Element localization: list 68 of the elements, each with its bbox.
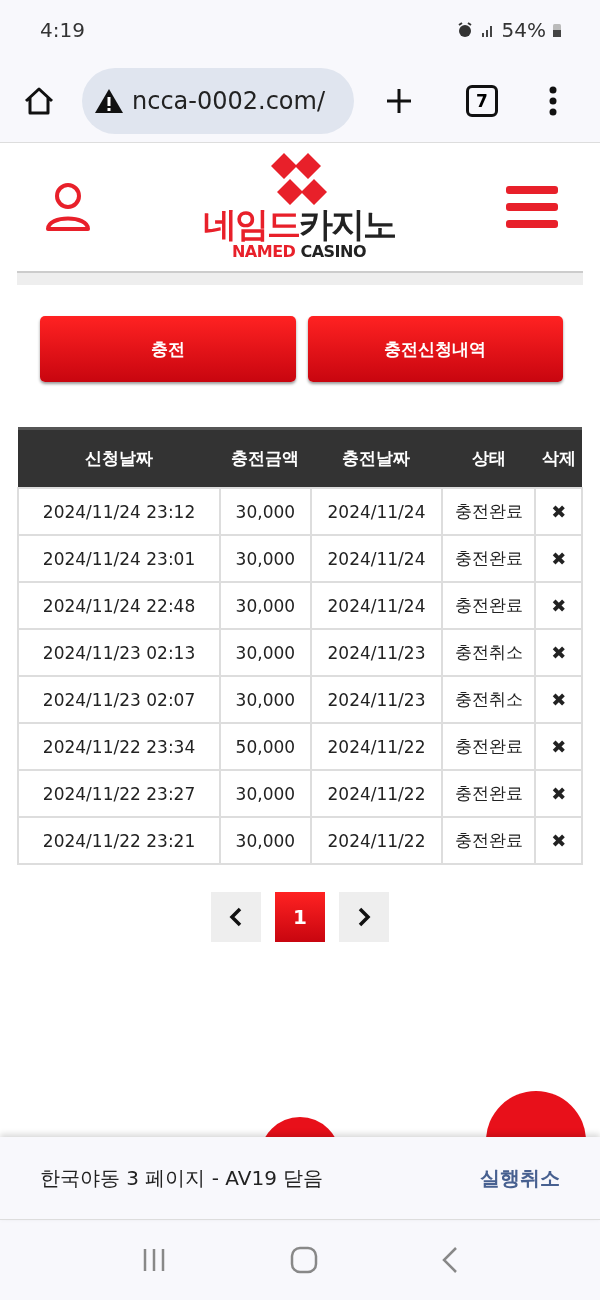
table-cell: 충전완료 [442,770,536,817]
table-cell: 충전완료 [442,582,536,629]
table-cell: 30,000 [220,535,311,582]
tab-count-button[interactable]: 7 [466,85,498,117]
table-cell: 30,000 [220,488,311,535]
snackbar-message: 한국야동 3 페이지 - AV19 닫음 [40,1164,324,1192]
column-header: 충전날짜 [310,428,443,488]
table-cell: 30,000 [220,676,311,723]
menu-icon[interactable] [506,185,558,229]
table-cell: 2024/11/22 23:34 [18,723,221,770]
table-cell: 2024/11/22 [310,817,443,864]
address-bar[interactable]: ncca-0002.com/ [82,68,354,134]
delete-button[interactable]: ✖ [551,830,567,851]
table-cell: 30,000 [220,770,311,817]
table-cell: 충전완료 [442,535,536,582]
table-cell: 2024/11/24 23:01 [18,535,221,582]
table-cell: 2024/11/24 22:48 [18,582,221,629]
chevron-right-icon [357,907,371,927]
table-cell: 2024/11/23 02:07 [18,676,221,723]
column-header: 삭제 [535,428,582,488]
table-cell: 2024/11/24 23:12 [18,488,221,535]
column-header: 신청날짜 [18,428,221,488]
table-cell: 30,000 [220,582,311,629]
user-icon[interactable] [44,181,92,233]
table-cell: 충전완료 [442,488,536,535]
table-cell: 2024/11/22 23:27 [18,770,221,817]
table-cell: 2024/11/24 [310,535,443,582]
table-cell: 2024/11/22 [310,770,443,817]
table-cell: 충전완료 [442,817,536,864]
table-cell: 충전취소 [442,676,536,723]
table-cell: 2024/11/24 [310,582,443,629]
home-button-icon[interactable] [290,1246,318,1274]
next-page-button[interactable] [339,892,389,942]
delete-button[interactable]: ✖ [551,783,567,804]
delete-button[interactable]: ✖ [551,736,567,757]
battery-icon [552,22,562,38]
column-header: 상태 [442,428,536,488]
table-cell: 충전취소 [442,629,536,676]
table-cell: 2024/11/22 23:21 [18,817,221,864]
page-button[interactable]: 1 [275,892,325,942]
undo-link[interactable]: 실행취소 [480,1164,560,1192]
table-cell: 50,000 [220,723,311,770]
table-cell: 2024/11/23 02:13 [18,629,221,676]
warning-icon [94,88,124,114]
logo-english: NAMED CASINO [231,242,367,262]
logo-korean: 네임드카지노 [203,206,395,243]
table-cell: 충전완료 [442,723,536,770]
previous-page-button[interactable] [211,892,261,942]
table-cell: 30,000 [220,629,311,676]
table-cell: 2024/11/22 [310,723,443,770]
more-icon[interactable] [548,86,558,116]
table-cell: 30,000 [220,817,311,864]
delete-button[interactable]: ✖ [551,595,567,616]
table-cell: 2024/11/24 [310,488,443,535]
delete-button[interactable]: ✖ [551,642,567,663]
action-button[interactable]: 충전 [40,316,296,382]
delete-button[interactable]: ✖ [551,548,567,569]
chevron-left-icon [229,907,243,927]
column-header: 충전금액 [220,428,311,488]
back-icon[interactable] [440,1246,459,1274]
battery-percent: 54% [501,18,546,42]
delete-button[interactable]: ✖ [551,689,567,710]
delete-button[interactable]: ✖ [551,501,567,522]
status-time: 4:19 [40,18,85,42]
table-cell: 2024/11/23 [310,676,443,723]
new-tab-icon[interactable] [384,86,414,116]
table-cell: 2024/11/23 [310,629,443,676]
action-button[interactable]: 충전신청내역 [307,316,563,382]
